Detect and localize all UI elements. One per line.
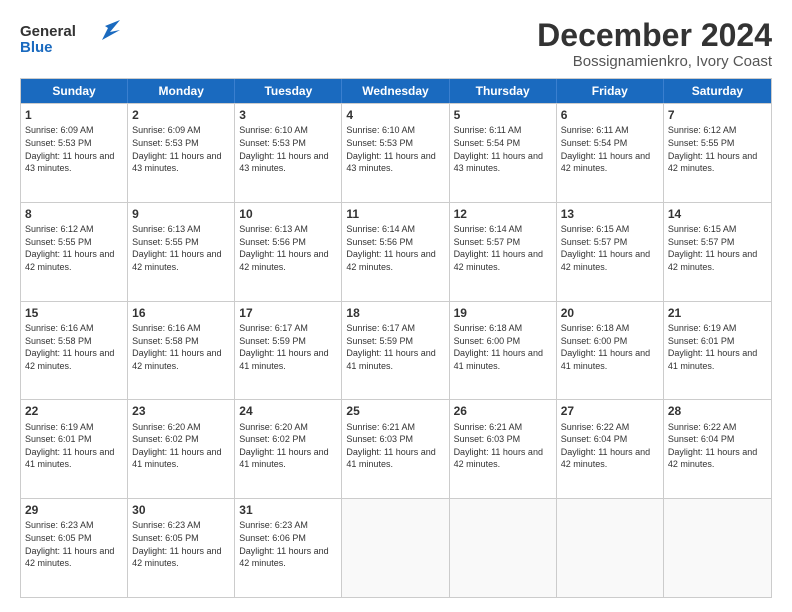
calendar-cell: 25Sunrise: 6:21 AMSunset: 6:03 PMDayligh… [342, 400, 449, 498]
calendar-cell [342, 499, 449, 597]
calendar: Sunday Monday Tuesday Wednesday Thursday… [20, 78, 772, 598]
svg-text:General: General [20, 23, 76, 40]
calendar-cell [450, 499, 557, 597]
calendar-cell: 5Sunrise: 6:11 AMSunset: 5:54 PMDaylight… [450, 104, 557, 202]
month-title: December 2024 [537, 18, 772, 53]
header-sunday: Sunday [21, 79, 128, 103]
calendar-week-2: 8Sunrise: 6:12 AMSunset: 5:55 PMDaylight… [21, 202, 771, 301]
calendar-cell: 16Sunrise: 6:16 AMSunset: 5:58 PMDayligh… [128, 302, 235, 400]
calendar-cell: 26Sunrise: 6:21 AMSunset: 6:03 PMDayligh… [450, 400, 557, 498]
calendar-cell: 17Sunrise: 6:17 AMSunset: 5:59 PMDayligh… [235, 302, 342, 400]
svg-text:Blue: Blue [20, 39, 53, 56]
calendar-cell: 28Sunrise: 6:22 AMSunset: 6:04 PMDayligh… [664, 400, 771, 498]
calendar-cell: 9Sunrise: 6:13 AMSunset: 5:55 PMDaylight… [128, 203, 235, 301]
calendar-week-4: 22Sunrise: 6:19 AMSunset: 6:01 PMDayligh… [21, 399, 771, 498]
calendar-cell: 18Sunrise: 6:17 AMSunset: 5:59 PMDayligh… [342, 302, 449, 400]
subtitle: Bossignamienkro, Ivory Coast [537, 53, 772, 70]
calendar-cell: 1Sunrise: 6:09 AMSunset: 5:53 PMDaylight… [21, 104, 128, 202]
header-friday: Friday [557, 79, 664, 103]
calendar-cell: 23Sunrise: 6:20 AMSunset: 6:02 PMDayligh… [128, 400, 235, 498]
calendar-cell: 2Sunrise: 6:09 AMSunset: 5:53 PMDaylight… [128, 104, 235, 202]
page: General Blue December 2024 Bossignamienk… [0, 0, 792, 612]
calendar-cell: 6Sunrise: 6:11 AMSunset: 5:54 PMDaylight… [557, 104, 664, 202]
logo-icon: General Blue [20, 18, 120, 62]
header-monday: Monday [128, 79, 235, 103]
calendar-cell: 15Sunrise: 6:16 AMSunset: 5:58 PMDayligh… [21, 302, 128, 400]
logo: General Blue [20, 18, 120, 67]
calendar-body: 1Sunrise: 6:09 AMSunset: 5:53 PMDaylight… [21, 103, 771, 597]
calendar-week-1: 1Sunrise: 6:09 AMSunset: 5:53 PMDaylight… [21, 103, 771, 202]
calendar-cell: 14Sunrise: 6:15 AMSunset: 5:57 PMDayligh… [664, 203, 771, 301]
calendar-cell: 8Sunrise: 6:12 AMSunset: 5:55 PMDaylight… [21, 203, 128, 301]
calendar-week-5: 29Sunrise: 6:23 AMSunset: 6:05 PMDayligh… [21, 498, 771, 597]
calendar-cell: 19Sunrise: 6:18 AMSunset: 6:00 PMDayligh… [450, 302, 557, 400]
calendar-cell: 10Sunrise: 6:13 AMSunset: 5:56 PMDayligh… [235, 203, 342, 301]
calendar-cell: 27Sunrise: 6:22 AMSunset: 6:04 PMDayligh… [557, 400, 664, 498]
header-saturday: Saturday [664, 79, 771, 103]
calendar-week-3: 15Sunrise: 6:16 AMSunset: 5:58 PMDayligh… [21, 301, 771, 400]
calendar-cell: 4Sunrise: 6:10 AMSunset: 5:53 PMDaylight… [342, 104, 449, 202]
calendar-header: Sunday Monday Tuesday Wednesday Thursday… [21, 79, 771, 103]
calendar-cell: 30Sunrise: 6:23 AMSunset: 6:05 PMDayligh… [128, 499, 235, 597]
calendar-cell: 24Sunrise: 6:20 AMSunset: 6:02 PMDayligh… [235, 400, 342, 498]
calendar-cell: 29Sunrise: 6:23 AMSunset: 6:05 PMDayligh… [21, 499, 128, 597]
calendar-cell: 31Sunrise: 6:23 AMSunset: 6:06 PMDayligh… [235, 499, 342, 597]
calendar-cell [557, 499, 664, 597]
calendar-cell: 12Sunrise: 6:14 AMSunset: 5:57 PMDayligh… [450, 203, 557, 301]
calendar-cell [664, 499, 771, 597]
calendar-cell: 21Sunrise: 6:19 AMSunset: 6:01 PMDayligh… [664, 302, 771, 400]
calendar-cell: 20Sunrise: 6:18 AMSunset: 6:00 PMDayligh… [557, 302, 664, 400]
calendar-cell: 22Sunrise: 6:19 AMSunset: 6:01 PMDayligh… [21, 400, 128, 498]
header-thursday: Thursday [450, 79, 557, 103]
calendar-cell: 7Sunrise: 6:12 AMSunset: 5:55 PMDaylight… [664, 104, 771, 202]
header: General Blue December 2024 Bossignamienk… [20, 18, 772, 70]
header-tuesday: Tuesday [235, 79, 342, 103]
calendar-cell: 3Sunrise: 6:10 AMSunset: 5:53 PMDaylight… [235, 104, 342, 202]
header-wednesday: Wednesday [342, 79, 449, 103]
calendar-cell: 11Sunrise: 6:14 AMSunset: 5:56 PMDayligh… [342, 203, 449, 301]
title-block: December 2024 Bossignamienkro, Ivory Coa… [537, 18, 772, 70]
calendar-cell: 13Sunrise: 6:15 AMSunset: 5:57 PMDayligh… [557, 203, 664, 301]
